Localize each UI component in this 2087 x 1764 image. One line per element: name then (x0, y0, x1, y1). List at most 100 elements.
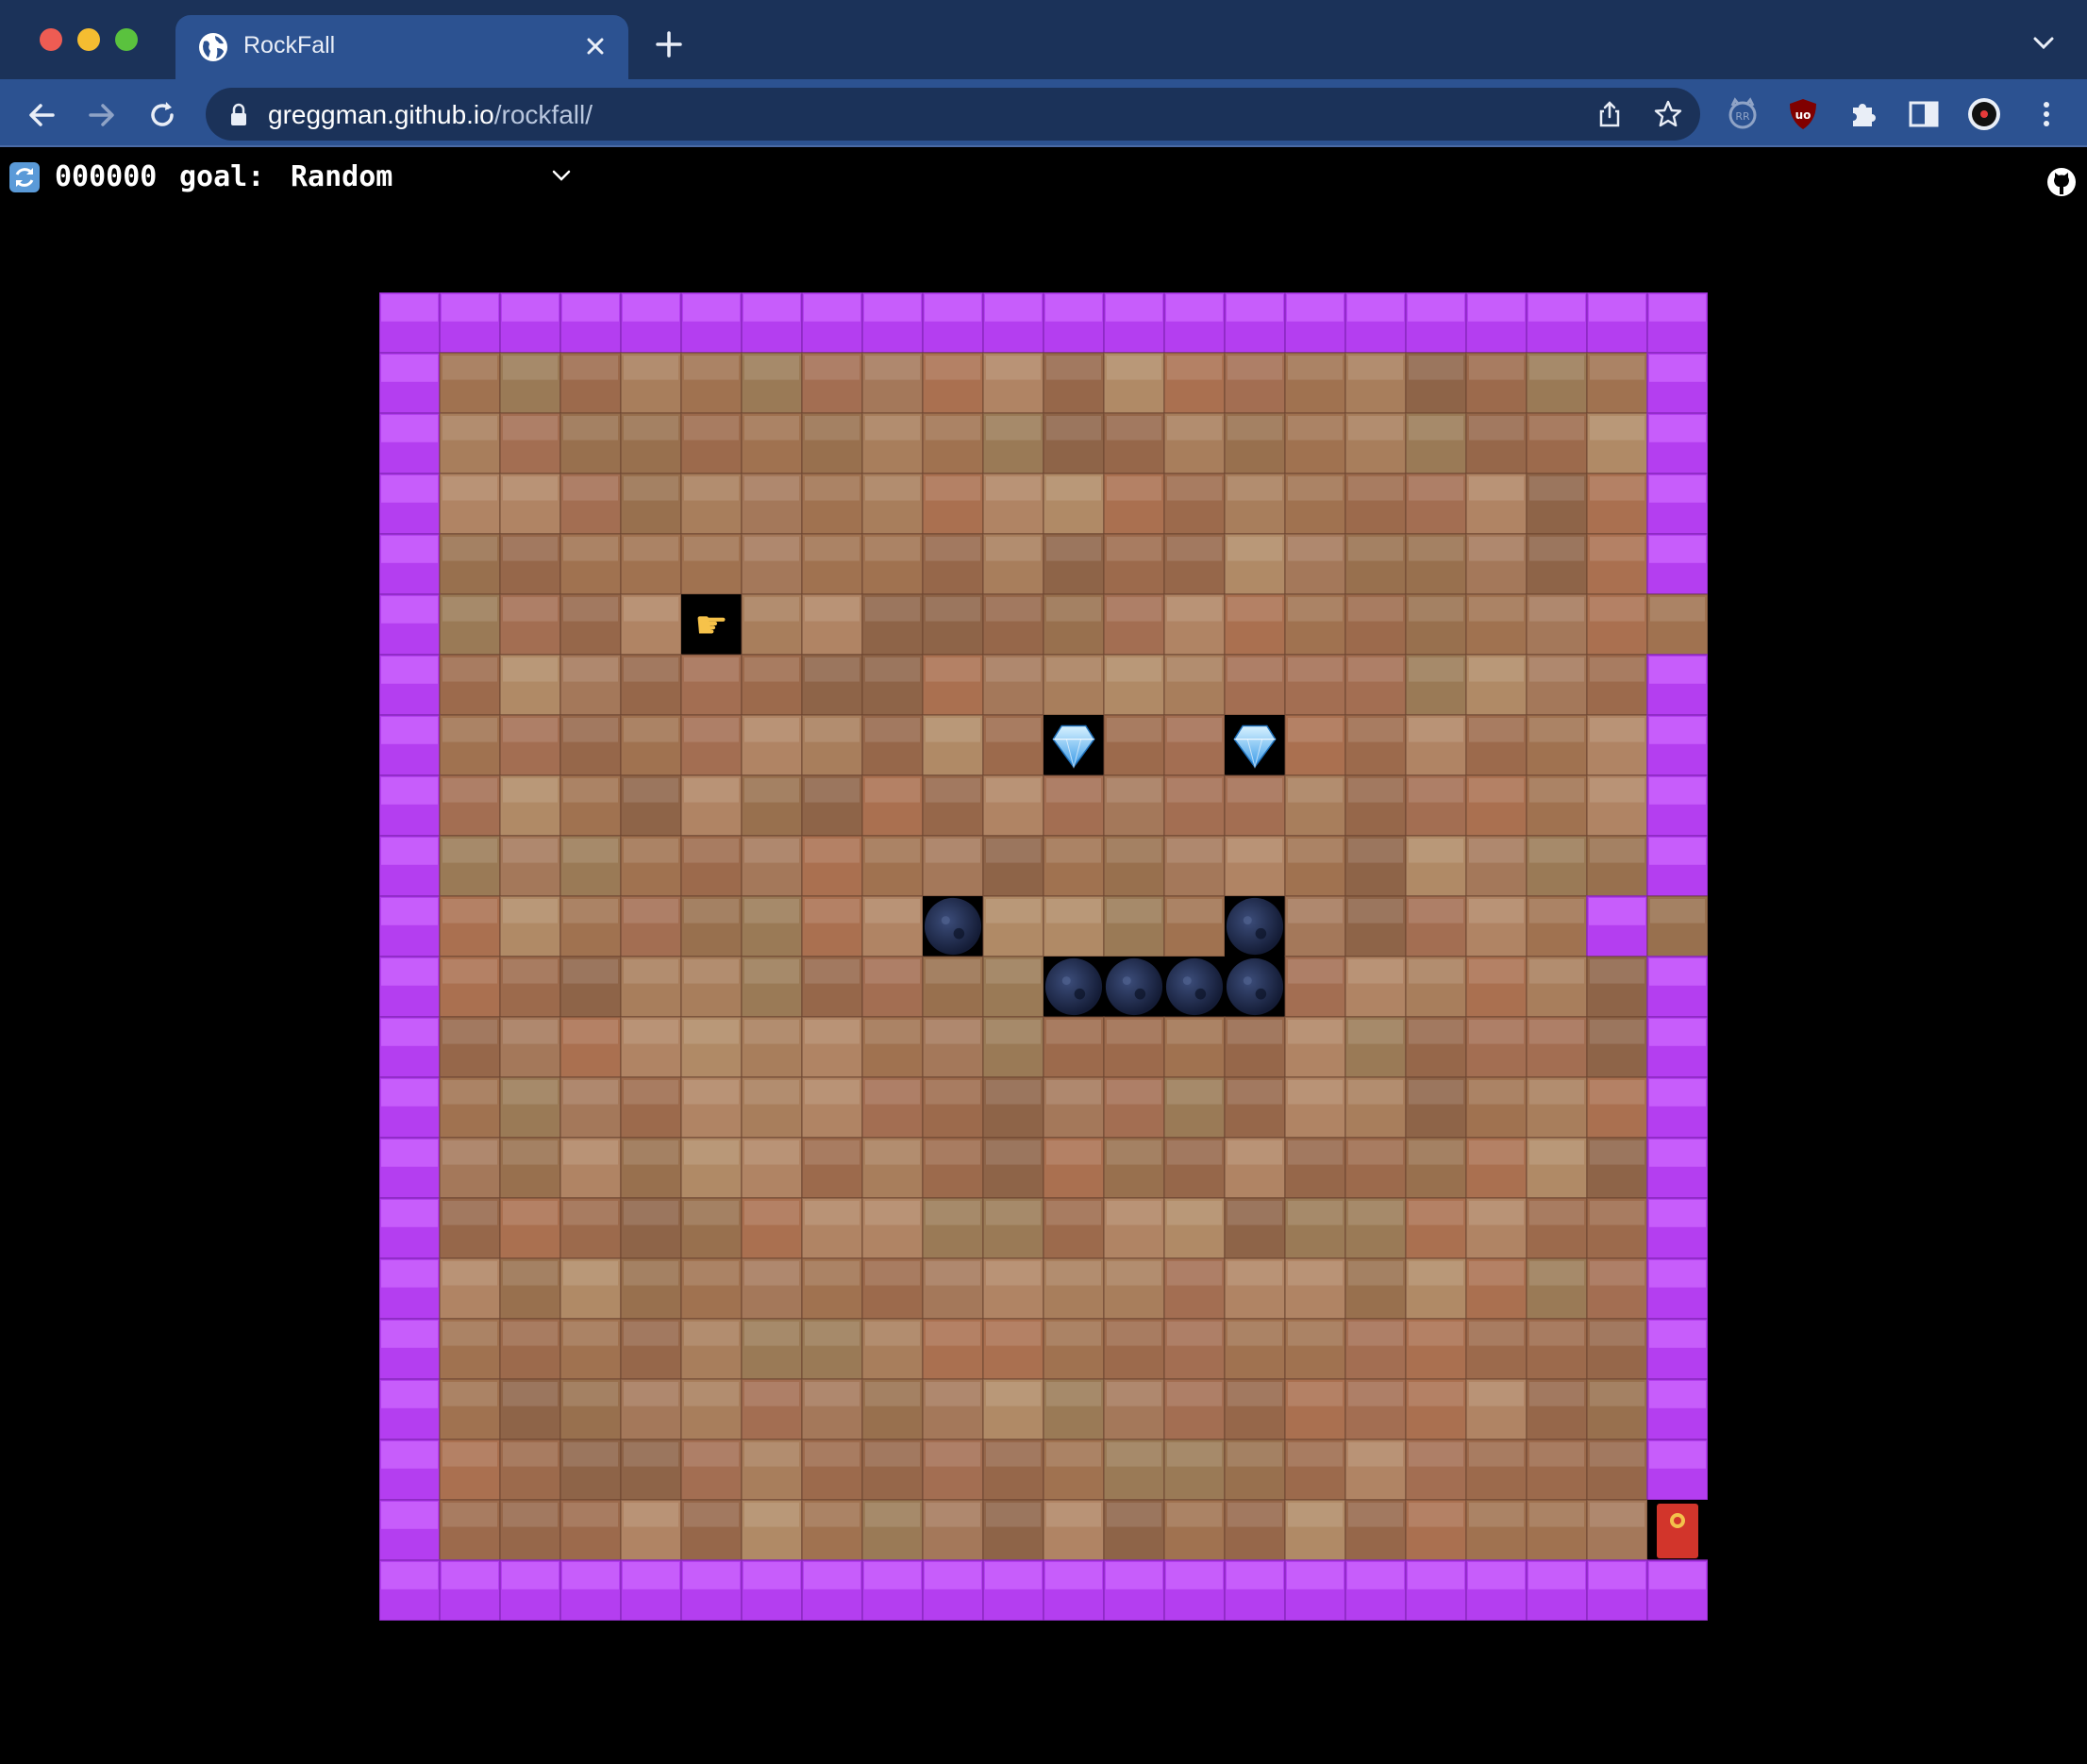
profile-avatar-icon[interactable] (1966, 96, 2002, 132)
board-cell-dirt (680, 1197, 743, 1259)
board-cell-dirt (1103, 835, 1165, 897)
board-cell-wall (379, 1439, 441, 1501)
board-cell-dirt (1344, 473, 1407, 535)
board-cell-dirt (1224, 1016, 1286, 1078)
board-cell-dirt (982, 1257, 1044, 1320)
maximize-window-button[interactable] (115, 28, 138, 51)
puzzle-extensions-icon[interactable] (1845, 96, 1881, 132)
board-cell-dirt (1465, 1257, 1528, 1320)
board-cell-dirt (1103, 1076, 1165, 1139)
board-cell-dirt (1526, 835, 1588, 897)
board-cell-dirt (499, 1076, 561, 1139)
kebab-menu-icon[interactable] (2029, 96, 2064, 132)
board-cell-dirt (861, 1076, 924, 1139)
board-cell-wall (379, 1016, 441, 1078)
board-cell-dirt (922, 654, 984, 716)
board-cell-dirt (1163, 412, 1226, 474)
board-cell-dirt (439, 1137, 501, 1199)
board-cell-dirt (1465, 654, 1528, 716)
board-cell-dirt (1526, 1318, 1588, 1380)
url-text[interactable]: greggman.github.io/rockfall/ (268, 100, 593, 130)
board-cell-dirt (439, 1076, 501, 1139)
chevron-down-icon[interactable] (2030, 34, 2057, 53)
board-cell-dirt (1043, 895, 1105, 957)
board-cell-dirt (1526, 1378, 1588, 1440)
board-cell-wall (680, 292, 743, 354)
board-cell-dirt (1103, 412, 1165, 474)
board-cell-dirt (982, 1439, 1044, 1501)
board-cell-dirt (861, 895, 924, 957)
github-icon[interactable] (2045, 166, 2078, 198)
board-cell-dirt (499, 774, 561, 837)
board-canvas[interactable]: ☛ (379, 292, 1708, 1621)
address-bar[interactable]: greggman.github.io/rockfall/ (206, 88, 1700, 141)
reload-icon[interactable] (145, 98, 179, 132)
board-cell-dirt (1646, 593, 1708, 656)
board-cell-dirt (620, 774, 682, 837)
board-cell-dirt (801, 1439, 863, 1501)
board-cell-wall (922, 1559, 984, 1621)
board-cell-dirt (1224, 412, 1286, 474)
board-cell-dirt (982, 654, 1044, 716)
minimize-window-button[interactable] (77, 28, 100, 51)
board-cell-dirt (439, 714, 501, 776)
board-cell-dirt (620, 956, 682, 1018)
board-cell-dirt (680, 412, 743, 474)
board-cell-wall (1646, 352, 1708, 414)
goal-select[interactable]: Random (289, 157, 572, 198)
board-cell-dirt (1405, 895, 1467, 957)
board-cell-dirt (982, 412, 1044, 474)
board-cell-dirt (1526, 1137, 1588, 1199)
board-cell-dirt (861, 1016, 924, 1078)
board-cell-dirt (620, 473, 682, 535)
close-window-button[interactable] (40, 28, 62, 51)
board-cell-dirt (680, 1439, 743, 1501)
board-cell-dirt (982, 533, 1044, 595)
board-cell-dirt (439, 352, 501, 414)
board-cell-dirt (499, 1378, 561, 1440)
board-cell-dirt (982, 1197, 1044, 1259)
board-cell-wall (1103, 292, 1165, 354)
board-cell-dirt (1344, 956, 1407, 1018)
board-cell-wall (439, 1559, 501, 1621)
tab-rockfall[interactable]: RockFall (175, 15, 628, 79)
board-cell-dirt (1284, 654, 1346, 716)
forward-arrow-icon[interactable] (85, 98, 119, 132)
board-cell-dirt (1163, 593, 1226, 656)
board-cell-wall (379, 1499, 441, 1561)
side-panel-icon[interactable] (1906, 96, 1942, 132)
board-cell-dirt (680, 956, 743, 1018)
board-cell-dirt (439, 774, 501, 837)
ublock-shield-icon[interactable]: uo (1785, 96, 1821, 132)
svg-text:uo: uo (1795, 108, 1812, 122)
bookmark-star-icon[interactable] (1653, 99, 1683, 129)
new-tab-icon[interactable] (653, 28, 685, 60)
board-cell-dirt (620, 412, 682, 474)
board-cell-dirt (801, 352, 863, 414)
board-cell-rock (1225, 896, 1285, 957)
back-arrow-icon[interactable] (25, 98, 58, 132)
board-cell-dirt (1224, 835, 1286, 897)
board-cell-dirt (1043, 1197, 1105, 1259)
share-icon[interactable] (1594, 99, 1625, 129)
game-board[interactable]: ☛ (379, 292, 1708, 1621)
board-cell-dirt (861, 1439, 924, 1501)
restart-icon[interactable] (9, 162, 40, 192)
board-cell-dirt (1163, 473, 1226, 535)
close-icon[interactable] (581, 32, 609, 60)
board-cell-dirt (620, 1137, 682, 1199)
board-cell-dirt (1405, 774, 1467, 837)
board-cell-wall (1465, 292, 1528, 354)
board-cell-dirt (1405, 412, 1467, 474)
board-cell-dirt (499, 895, 561, 957)
board-cell-dirt (1465, 1197, 1528, 1259)
board-cell-wall (379, 352, 441, 414)
extension-cat-icon[interactable]: RR (1725, 96, 1761, 132)
board-cell-dirt (1586, 1137, 1648, 1199)
lock-icon[interactable] (228, 103, 249, 127)
board-cell-dirt (1465, 473, 1528, 535)
board-cell-dirt (1163, 1318, 1226, 1380)
board-cell-dirt (1224, 1318, 1286, 1380)
board-cell-dirt (559, 654, 622, 716)
board-cell-dirt (1405, 1439, 1467, 1501)
